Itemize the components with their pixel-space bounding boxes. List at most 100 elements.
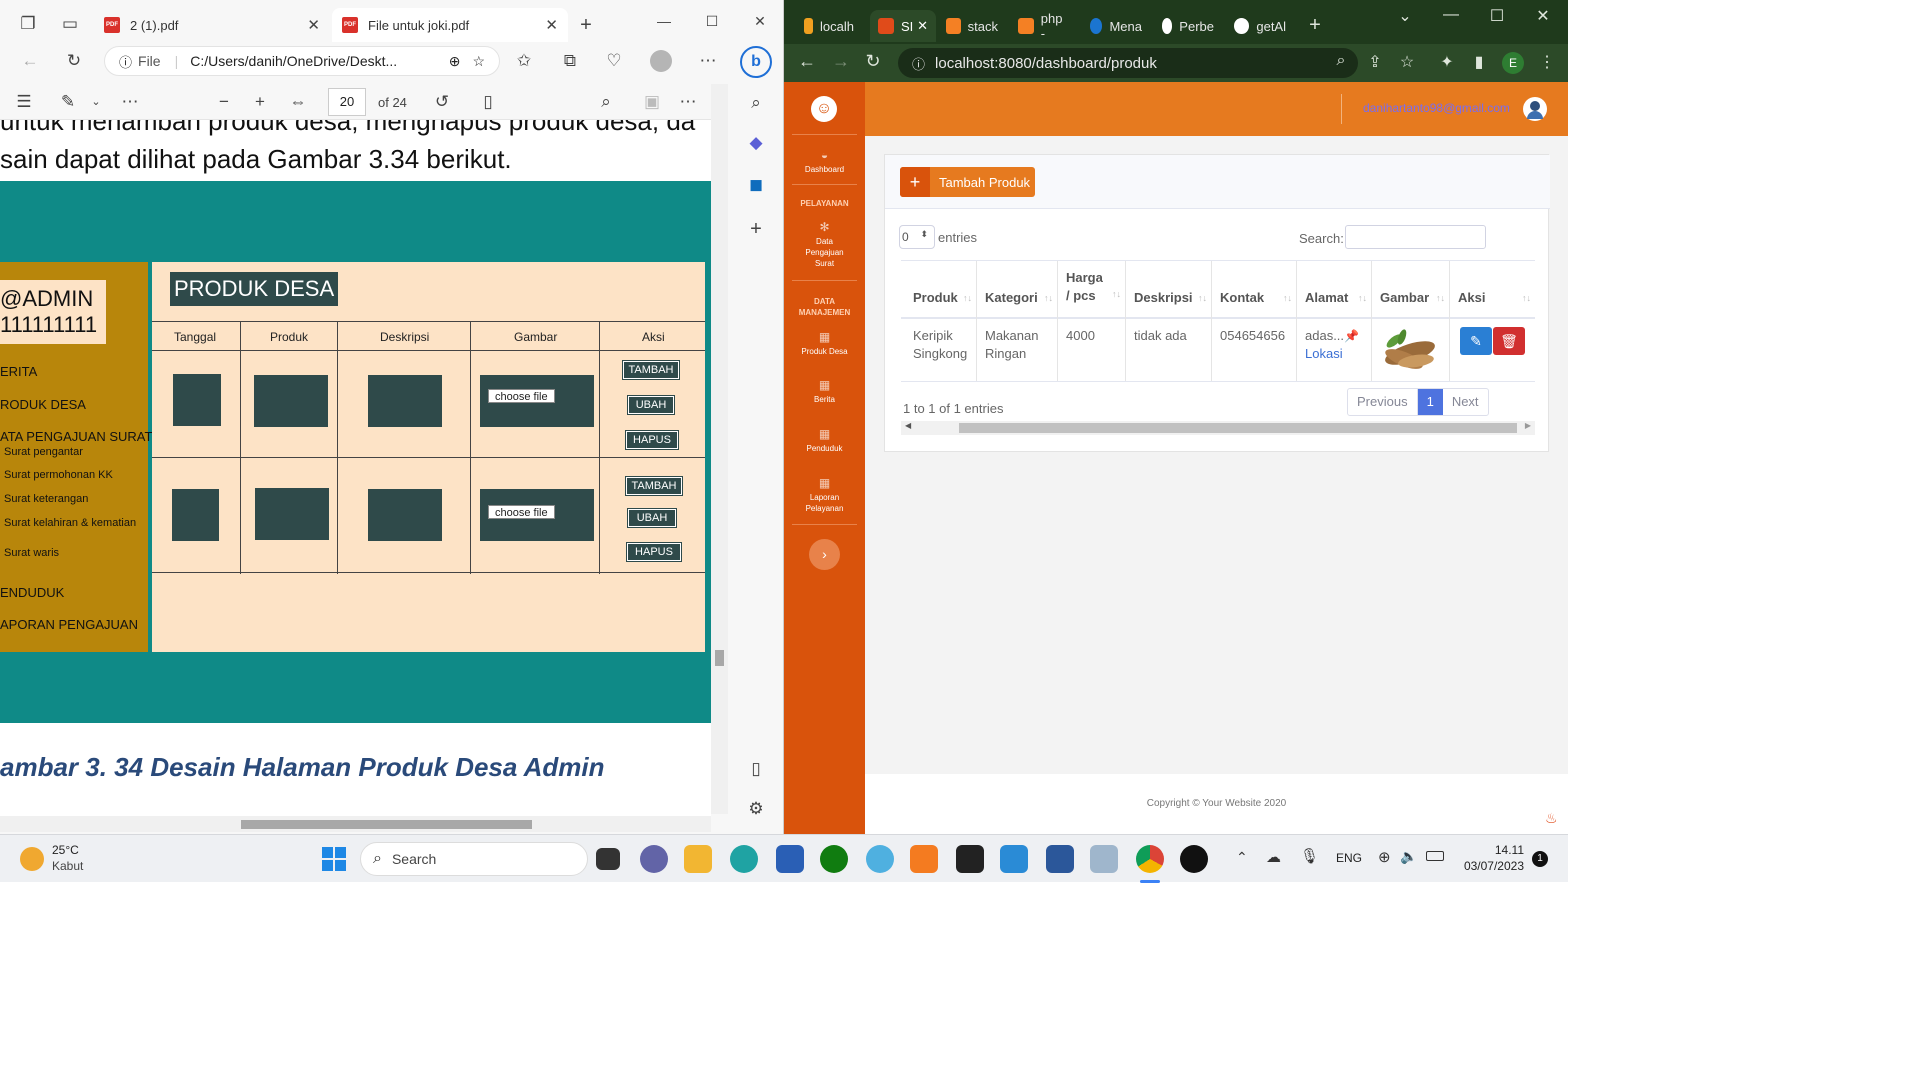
avatar[interactable]	[650, 50, 672, 72]
zoom-icon[interactable]: ⊕	[449, 53, 461, 70]
chrome-icon[interactable]	[1136, 845, 1164, 873]
column-header[interactable]: Produk ↑↓	[905, 261, 977, 317]
weather-icon[interactable]	[20, 847, 44, 871]
task-view-icon[interactable]	[596, 848, 620, 870]
language-indicator[interactable]: ENG	[1336, 851, 1362, 865]
rotate-icon[interactable]: ↺	[430, 91, 454, 113]
close-icon[interactable]: ✕	[545, 16, 558, 34]
tab-pdf-1[interactable]: PDF 2 (1).pdf ✕	[94, 8, 330, 42]
notification-badge[interactable]: 1	[1532, 851, 1548, 867]
clock-date[interactable]: 03/07/2023	[1450, 859, 1524, 873]
chevron-down-icon[interactable]: ⌄	[84, 91, 108, 113]
tab-php[interactable]: php -	[1010, 10, 1078, 42]
horizontal-scrollbar[interactable]	[0, 816, 711, 832]
bookmark-star-icon[interactable]: ☆	[1396, 52, 1418, 72]
column-header[interactable]: Deskripsi ↑↓	[1126, 261, 1212, 317]
monitor-icon[interactable]	[1090, 845, 1118, 873]
tab-perbe[interactable]: Perbe	[1154, 10, 1222, 42]
sidebar-toggle-icon[interactable]: ▯	[744, 758, 768, 780]
favorite-star-icon[interactable]: ☆	[472, 53, 485, 70]
scroll-thumb[interactable]	[715, 650, 724, 666]
edit-button[interactable]: ✎	[1460, 327, 1492, 355]
address-bar[interactable]: ⓘ File | C:/Users/danih/OneDrive/Deskt..…	[104, 46, 500, 76]
xampp-icon[interactable]	[910, 845, 938, 873]
refresh-icon[interactable]: ↻	[862, 51, 884, 72]
start-icon[interactable]	[322, 847, 346, 871]
terminal-icon[interactable]	[956, 845, 984, 873]
cloud-icon[interactable]: ☁	[1266, 848, 1281, 866]
side-panel-icon[interactable]: ▮	[1468, 52, 1490, 72]
page-view-icon[interactable]: ▯	[476, 91, 500, 113]
close-icon[interactable]: ✕	[917, 18, 928, 34]
column-header[interactable]: Kategori ↑↓	[977, 261, 1058, 317]
more-tools-icon[interactable]: ⋯	[118, 91, 142, 113]
more-icon[interactable]: ⋮	[1536, 52, 1558, 72]
back-icon[interactable]: ←	[18, 50, 42, 72]
back-icon[interactable]: ←	[796, 51, 818, 72]
weather-temp[interactable]: 25°C	[52, 843, 79, 857]
sidebar-item-penduduk[interactable]: ▦ Penduduk	[784, 428, 865, 454]
delete-button[interactable]: 🗑	[1493, 327, 1525, 355]
logo-icon[interactable]: ☺	[811, 96, 837, 122]
address-bar[interactable]: ⓘ localhost:8080/dashboard/produk	[898, 48, 1358, 78]
sidebar-item-berita[interactable]: ▦ Berita	[784, 379, 865, 405]
lokasi-link[interactable]: Lokasi	[1305, 346, 1343, 361]
zoom-out-icon[interactable]: −	[212, 91, 236, 113]
teams-icon[interactable]	[640, 845, 668, 873]
file-explorer-icon[interactable]	[684, 845, 712, 873]
close-icon[interactable]: ✕	[307, 16, 320, 34]
zoom-icon[interactable]: ⌕	[1330, 52, 1352, 70]
vscode-icon[interactable]	[1000, 845, 1028, 873]
share-icon[interactable]: ⇪	[1364, 52, 1386, 72]
add-product-button[interactable]: + Tambah Produk	[900, 167, 1035, 197]
scroll-thumb[interactable]	[959, 423, 1517, 433]
save-icon[interactable]: ▣	[640, 91, 664, 113]
contents-icon[interactable]: ☰	[12, 91, 36, 113]
profile-avatar[interactable]: E	[1502, 52, 1524, 74]
add-icon[interactable]: +	[744, 218, 768, 240]
obs-icon[interactable]	[1180, 845, 1208, 873]
search-icon[interactable]: ⌕	[744, 92, 768, 114]
xbox-icon[interactable]	[820, 845, 848, 873]
tab-actions-icon[interactable]: ▭	[58, 13, 82, 35]
codeigniter-icon[interactable]: ♨	[1545, 810, 1558, 827]
avatar[interactable]	[1523, 97, 1547, 121]
bing-icon[interactable]: b	[740, 46, 772, 78]
search-icon[interactable]: ⌕	[594, 91, 618, 113]
more-icon[interactable]: ⋯	[696, 50, 720, 72]
sidebar-item-pengajuan[interactable]: ✻ Data Pengajuan Surat	[784, 221, 865, 269]
scroll-thumb[interactable]	[241, 820, 532, 829]
extensions-icon[interactable]: ✦	[1436, 52, 1458, 72]
chevron-up-icon[interactable]: ⌃	[1236, 849, 1248, 866]
previous-button[interactable]: Previous	[1348, 389, 1418, 415]
sidebar-toggle-button[interactable]: ›	[809, 539, 840, 570]
scroll-left-icon[interactable]: ◀	[905, 421, 911, 430]
microphone-icon[interactable]: 🎙	[1300, 847, 1319, 865]
sidebar-item-laporan[interactable]: ▦ Laporan Pelayanan	[784, 477, 865, 514]
network-icon[interactable]: ⊕	[1378, 848, 1391, 866]
word-icon[interactable]	[1046, 845, 1074, 873]
more-icon[interactable]: ⋯	[676, 91, 700, 113]
zoom-in-icon[interactable]: +	[248, 91, 272, 113]
user-email[interactable]: danihartanto98@gmail.com	[1363, 101, 1510, 115]
minimize-icon[interactable]: —	[1440, 6, 1462, 24]
close-window-icon[interactable]: ✕	[1532, 6, 1554, 26]
page-1-button[interactable]: 1	[1417, 389, 1443, 415]
workspaces-icon[interactable]: ❐	[16, 13, 40, 35]
column-header[interactable]: Harga / pcs ↑↓	[1058, 261, 1126, 317]
performance-icon[interactable]: ♡	[602, 50, 626, 72]
forward-icon[interactable]: →	[830, 51, 852, 72]
copilot-icon[interactable]: ◆	[744, 132, 768, 154]
edge-icon[interactable]	[730, 845, 758, 873]
page-number-input[interactable]: 20	[328, 88, 366, 116]
tab-pdf-2[interactable]: PDF File untuk joki.pdf ✕	[332, 8, 568, 42]
vertical-scrollbar[interactable]	[711, 84, 728, 814]
maximize-icon[interactable]: ☐	[1486, 6, 1508, 26]
tab-stack[interactable]: stack	[938, 10, 1006, 42]
table-scrollbar[interactable]: ◀ ▶	[901, 421, 1535, 435]
clock-time[interactable]: 14.11	[1460, 843, 1524, 857]
column-header[interactable]: Aksi ↑↓	[1450, 261, 1535, 317]
refresh-icon[interactable]: ↻	[62, 50, 86, 72]
new-tab-icon[interactable]: +	[574, 14, 598, 36]
column-header[interactable]: Alamat ↑↓	[1297, 261, 1372, 317]
